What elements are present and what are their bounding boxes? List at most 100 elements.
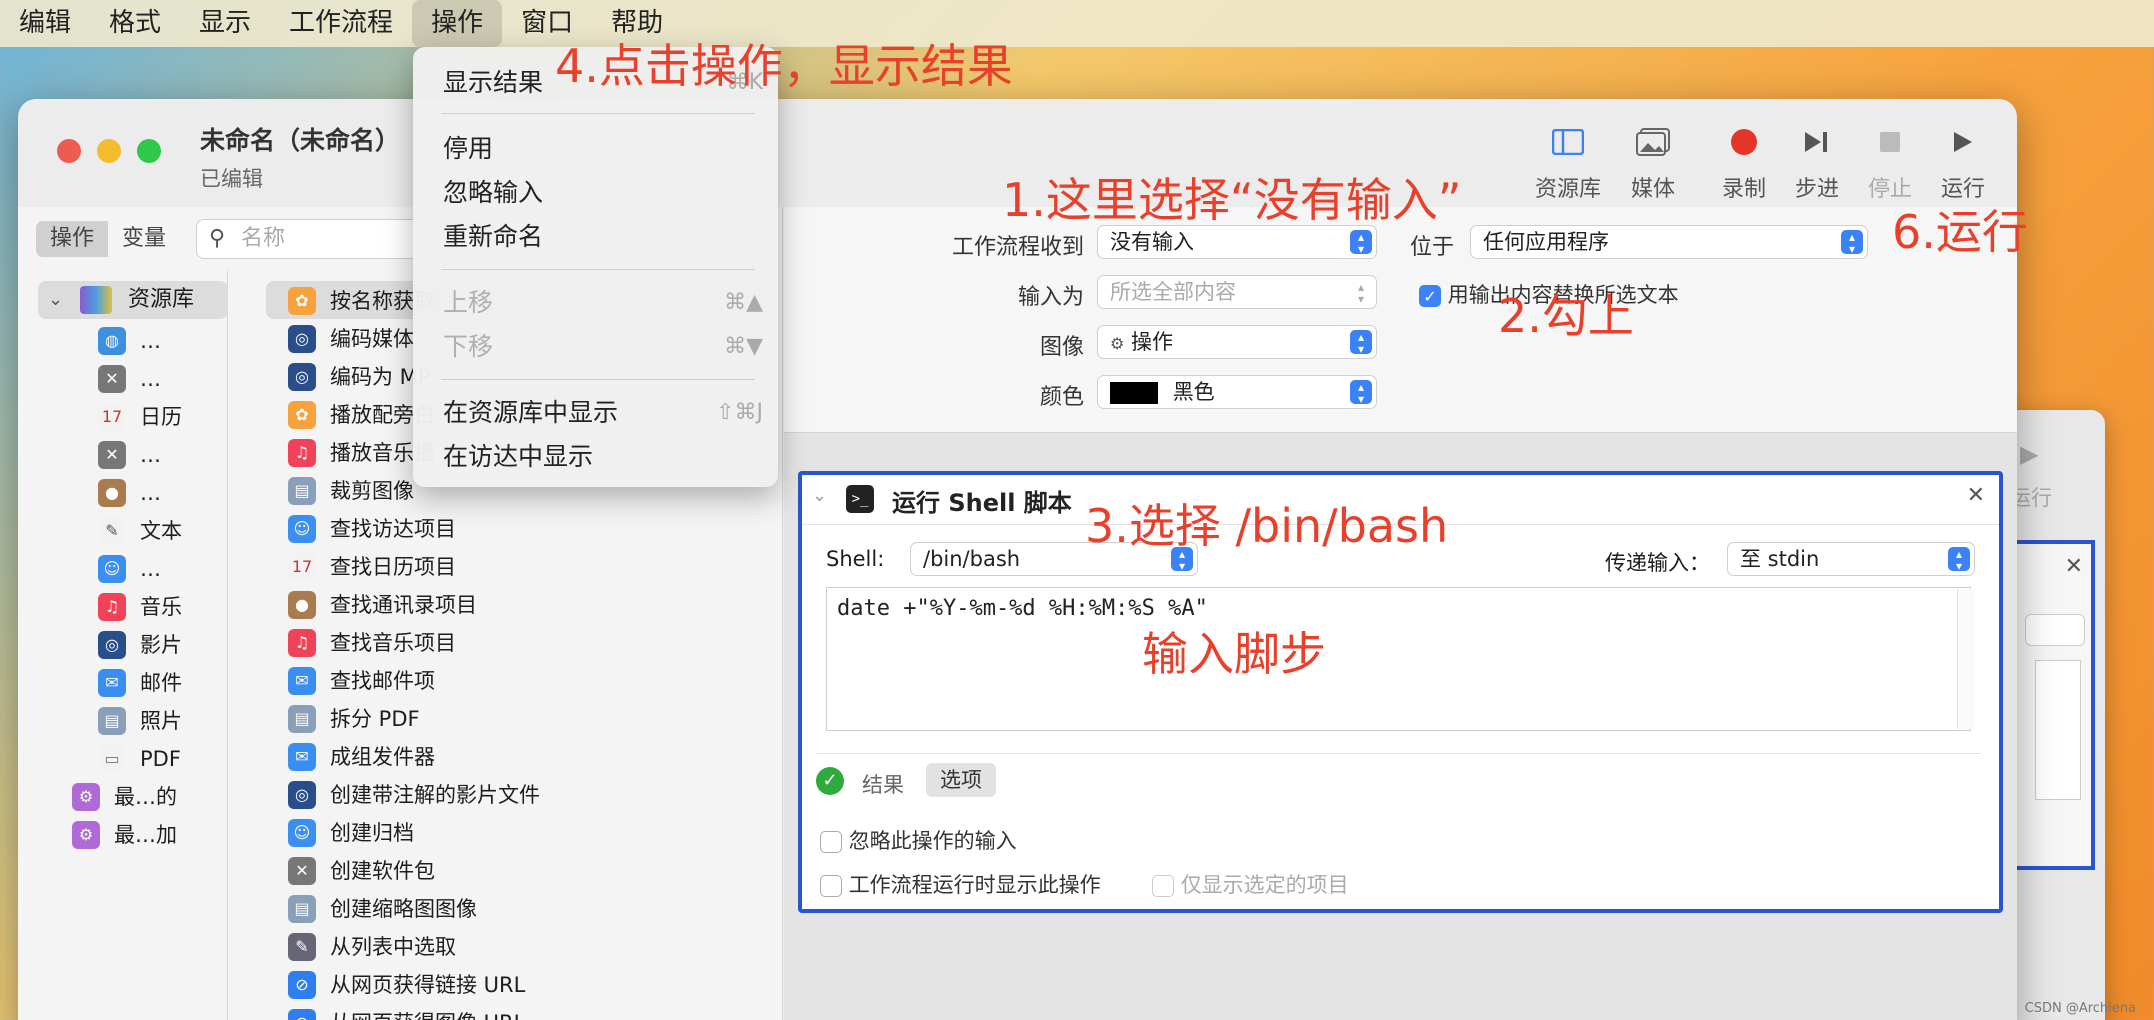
menubar-item[interactable]: 显示 bbox=[180, 0, 270, 47]
menu-move-up-label: 上移 bbox=[443, 288, 494, 317]
close-icon[interactable]: ✕ bbox=[1967, 483, 1985, 508]
search-input[interactable]: ⚲ 名称 bbox=[196, 219, 436, 259]
action-list-item-label: 查找访达项目 bbox=[330, 517, 456, 541]
mail-icon: ✉ bbox=[98, 669, 126, 697]
action-list-item[interactable]: ● 查找通讯录项目 bbox=[288, 587, 477, 623]
menu-show-in-library[interactable]: 在资源库中显示 ⇧⌘J bbox=[443, 393, 763, 433]
preview-icon: ▤ bbox=[288, 477, 316, 505]
chevron-down-icon[interactable]: ⌄ bbox=[812, 485, 827, 506]
action-list-item[interactable]: ▤ 创建缩略图图像 bbox=[288, 891, 477, 927]
action-list-item[interactable]: ♫ 查找音乐项目 bbox=[288, 625, 456, 661]
checkbox-unchecked-icon[interactable] bbox=[820, 831, 842, 853]
action-list-item[interactable]: ◎ 创建带注解的影片文件 bbox=[288, 777, 540, 813]
action-list-item[interactable]: ✉ 成组发件器 bbox=[288, 739, 435, 775]
tab-variables[interactable]: 变量 bbox=[108, 221, 180, 257]
checkbox-unchecked-icon[interactable] bbox=[1152, 875, 1174, 897]
library-root-label: 资源库 bbox=[128, 287, 195, 312]
library-item[interactable]: ☺… bbox=[98, 551, 161, 587]
action-list-item[interactable]: ▤ 裁剪图像 bbox=[288, 473, 414, 509]
show-when-run-row[interactable]: 工作流程运行时显示此操作 bbox=[820, 869, 1101, 899]
input-is-popup[interactable]: 所选全部内容 ▴ ▾ bbox=[1097, 275, 1377, 309]
gear-icon: ⚙ bbox=[1110, 334, 1125, 353]
action-list-item[interactable]: 17 查找日历项目 bbox=[288, 549, 456, 585]
checkbox-checked-icon[interactable]: ✓ bbox=[1419, 285, 1441, 307]
menubar-item[interactable]: 编辑 bbox=[0, 0, 90, 47]
action-list-item[interactable]: ✉ 查找邮件项 bbox=[288, 663, 435, 699]
library-column: ⌄ 资源库 ◍… ✕… 17 日历 ✕… ●… ✎ 文本 ☺… ♫ 音乐 ◎ 影片 ✉ 邮件 ▤ 照片 ▭ PDF ⚙… bbox=[18, 271, 228, 1020]
library-item-label: 影片 bbox=[140, 633, 182, 657]
input-is-label: 输入为 bbox=[1017, 285, 1084, 310]
library-item[interactable]: ✕… bbox=[98, 437, 161, 473]
tab-actions[interactable]: 操作 bbox=[36, 221, 109, 257]
annotation-step3: 3.选择 /bin/bash bbox=[1085, 499, 1449, 553]
action-list-item[interactable]: ⊘ 从网页获得图像 URL bbox=[288, 1005, 525, 1020]
color-popup[interactable]: 黑色 ▴ ▾ bbox=[1097, 375, 1377, 409]
library-item[interactable]: ⚙ 最…的 bbox=[72, 779, 177, 815]
library-item[interactable]: ✕… bbox=[98, 361, 161, 397]
script-icon: ✎ bbox=[288, 933, 316, 961]
popup-arrows-icon: ▴ ▾ bbox=[1841, 230, 1863, 255]
library-item[interactable]: ◎ 影片 bbox=[98, 627, 182, 663]
annotation-step1: 1.这里选择“没有输入” bbox=[1002, 173, 1462, 227]
textedit-icon: ✎ bbox=[98, 517, 126, 545]
action-title: 运行 Shell 脚本 bbox=[892, 489, 1072, 517]
menubar-item[interactable]: 格式 bbox=[90, 0, 180, 47]
success-check-icon: ✓ bbox=[816, 767, 844, 795]
pass-input-popup[interactable]: 至 stdin ▴ ▾ bbox=[1727, 542, 1975, 576]
menu-show-in-finder[interactable]: 在访达中显示 bbox=[443, 437, 763, 477]
show-selected-label: 仅显示选定的项目 bbox=[1180, 873, 1349, 897]
zoom-window-button[interactable] bbox=[137, 139, 161, 163]
library-item[interactable]: ♫ 音乐 bbox=[98, 589, 182, 625]
image-popup[interactable]: ⚙ 操作 ▴ ▾ bbox=[1097, 325, 1377, 359]
show-selected-row[interactable]: 仅显示选定的项目 bbox=[1152, 869, 1349, 899]
library-item[interactable]: ▭ PDF bbox=[98, 741, 181, 777]
toolbar-media-button[interactable]: 媒体 bbox=[1608, 123, 1698, 203]
library-item[interactable]: ◍… bbox=[98, 323, 161, 359]
library-item[interactable]: 17 日历 bbox=[98, 399, 182, 435]
library-root[interactable]: ⌄ 资源库 bbox=[38, 281, 228, 319]
action-list-item[interactable]: ◎ 编码媒体 bbox=[288, 321, 414, 357]
action-list-item[interactable]: ⊘ 从网页获得链接 URL bbox=[288, 967, 525, 1003]
menu-ignore-input[interactable]: 忽略输入 bbox=[443, 173, 763, 213]
toolbar-library-button[interactable]: 资源库 bbox=[1523, 123, 1613, 203]
actions-menu: 显示结果 ⌘K 停用 忽略输入 重新命名 上移 ⌘▲ 下移 ⌘▼ 在资源库中显示 ⇧⌘J… bbox=[413, 47, 778, 487]
watermark: CSDN @Archiena bbox=[2024, 1001, 2136, 1016]
library-item[interactable]: ●… bbox=[98, 475, 161, 511]
script-scrollbar[interactable] bbox=[1957, 589, 1975, 729]
checkbox-unchecked-icon[interactable] bbox=[820, 875, 842, 897]
receives-popup[interactable]: 没有输入 ▴ ▾ bbox=[1097, 225, 1377, 259]
ignore-input-row[interactable]: 忽略此操作的输入 bbox=[820, 825, 1017, 855]
photos-icon: ✿ bbox=[288, 401, 316, 429]
library-item[interactable]: ✉ 邮件 bbox=[98, 665, 182, 701]
close-window-button[interactable] bbox=[57, 139, 81, 163]
action-list-item-label: 查找日历项目 bbox=[330, 555, 456, 579]
menu-bar: 编辑 格式 显示 工作流程 操作 窗口 帮助 bbox=[0, 0, 2154, 47]
library-item-label: … bbox=[140, 557, 161, 581]
ignore-input-label: 忽略此操作的输入 bbox=[848, 829, 1017, 853]
window-title-block: 未命名（未命名） 已编辑 bbox=[200, 121, 400, 193]
menu-rename[interactable]: 重新命名 bbox=[443, 217, 763, 257]
library-item[interactable]: ✎ 文本 bbox=[98, 513, 182, 549]
tab-results[interactable]: 结果 bbox=[862, 769, 904, 799]
action-list-item[interactable]: ☺ 查找访达项目 bbox=[288, 511, 456, 547]
library-item[interactable]: ⚙ 最…加 bbox=[72, 817, 177, 853]
action-list-item[interactable]: ▤ 拆分 PDF bbox=[288, 701, 420, 737]
action-list-item[interactable]: ✕ 创建软件包 bbox=[288, 853, 435, 889]
library-item-label: 音乐 bbox=[140, 595, 182, 619]
library-item[interactable]: ▤ 照片 bbox=[98, 703, 182, 739]
menu-disable[interactable]: 停用 bbox=[443, 129, 763, 169]
menubar-item[interactable]: 操作 bbox=[412, 0, 503, 47]
minimize-window-button[interactable] bbox=[97, 139, 121, 163]
pdf-icon: ▭ bbox=[98, 745, 126, 773]
receives-value: 没有输入 bbox=[1110, 230, 1194, 254]
action-list-item[interactable]: ◎ 编码为 MP bbox=[288, 359, 430, 395]
script-editor[interactable]: date +"%Y-%m-%d %H:%M:%S %A" bbox=[826, 587, 1971, 731]
toolbar-run-button[interactable]: 运行 bbox=[1918, 123, 2008, 203]
application-popup[interactable]: 任何应用程序 ▴ ▾ bbox=[1470, 225, 1868, 259]
tab-options[interactable]: 选项 bbox=[926, 763, 996, 797]
play-icon bbox=[1918, 123, 2008, 161]
action-list-item[interactable]: ☺ 创建归档 bbox=[288, 815, 414, 851]
menubar-item[interactable]: 工作流程 bbox=[270, 0, 412, 47]
action-list-item[interactable]: ✎ 从列表中选取 bbox=[288, 929, 456, 965]
library-item-label: 照片 bbox=[140, 709, 182, 733]
